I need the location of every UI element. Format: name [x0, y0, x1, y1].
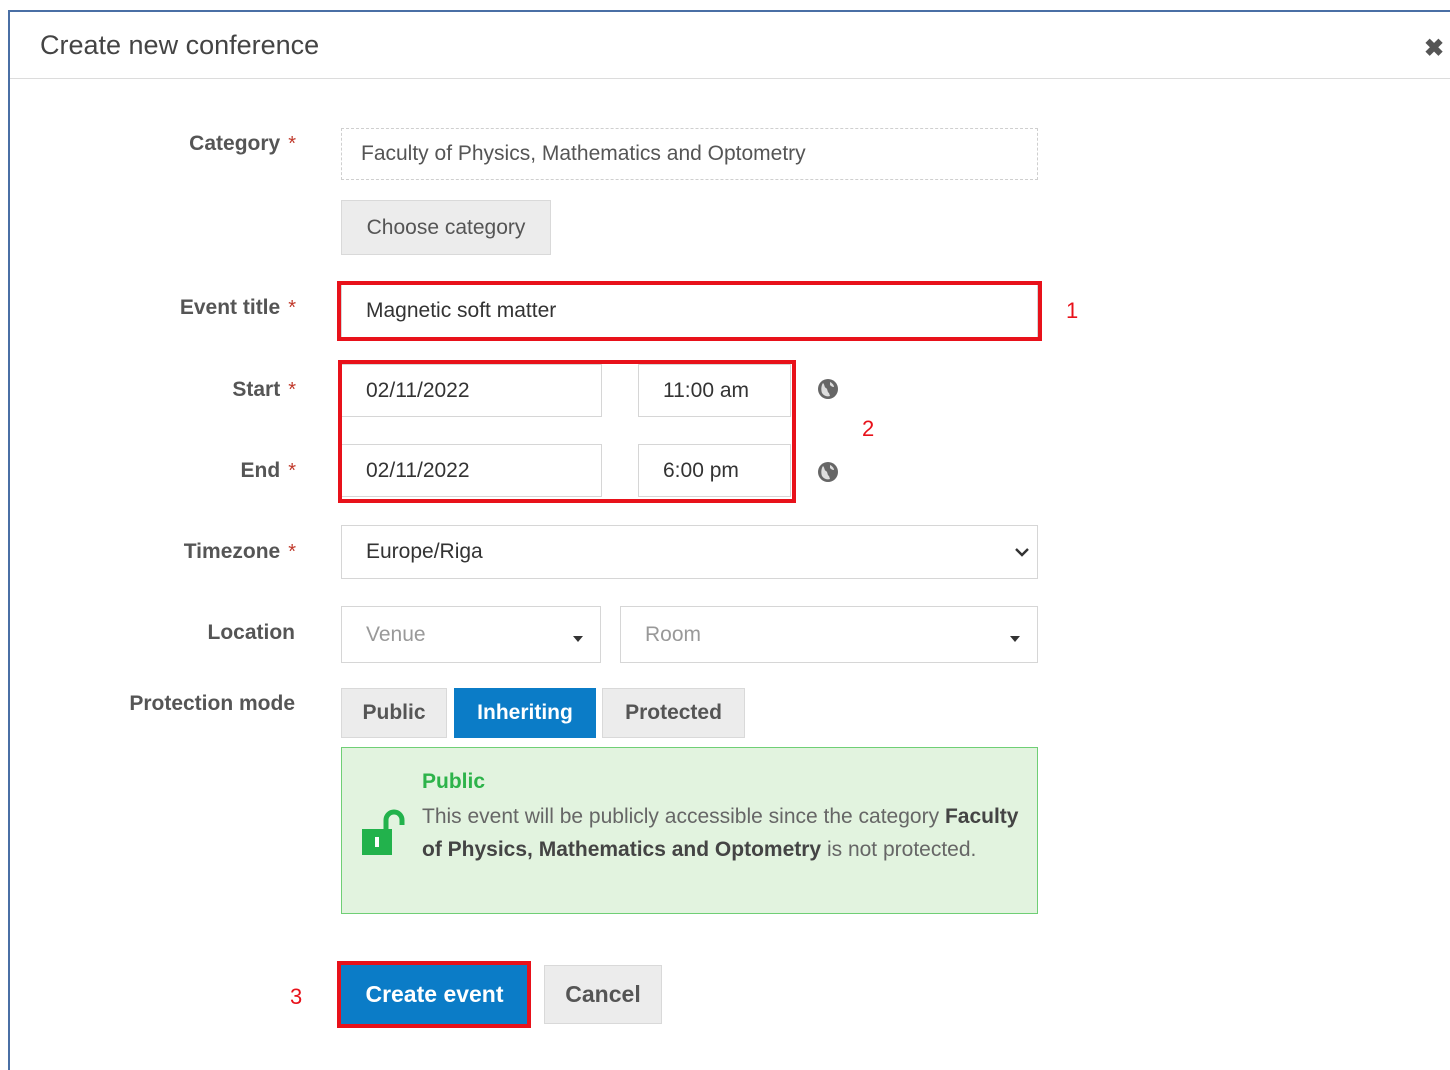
required-mark: *: [288, 133, 296, 155]
annotation-number-1: 1: [1066, 298, 1079, 323]
venue-select[interactable]: Venue: [341, 606, 601, 663]
protection-mode-label: Protection mode: [129, 692, 295, 715]
category-value: Faculty of Physics, Mathematics and Opto…: [361, 142, 806, 165]
category-label: Category *: [189, 132, 296, 155]
room-placeholder: Room: [645, 622, 702, 646]
timezone-select[interactable]: Europe/Riga: [341, 525, 1038, 579]
location-label: Location: [207, 621, 296, 644]
venue-placeholder: Venue: [366, 622, 426, 646]
protection-public-button[interactable]: Public: [341, 688, 447, 738]
required-mark: *: [288, 460, 296, 482]
room-select[interactable]: Room: [620, 606, 1038, 663]
protection-info-text: This event will be publicly accessible s…: [422, 805, 1019, 861]
chevron-down-icon: [1015, 548, 1029, 557]
required-mark: *: [288, 541, 296, 563]
globe-icon[interactable]: [817, 378, 839, 400]
protection-info-box: Public This event will be publicly acces…: [341, 747, 1038, 914]
caret-down-icon: [573, 636, 583, 642]
close-icon[interactable]: ✖: [1424, 34, 1444, 63]
dialog-header: Create new conference ✖: [10, 12, 1450, 79]
start-label: Start *: [232, 378, 296, 401]
required-mark: *: [288, 297, 296, 319]
caret-down-icon: [1010, 636, 1020, 642]
unlock-icon: [362, 809, 405, 855]
annotation-box-2: [338, 360, 796, 503]
required-mark: *: [288, 379, 296, 401]
protection-info-title: Public: [422, 770, 486, 793]
protection-inheriting-button[interactable]: Inheriting: [454, 688, 596, 738]
globe-icon[interactable]: [817, 461, 839, 483]
annotation-number-3: 3: [290, 984, 303, 1009]
annotation-box-3: [337, 961, 531, 1028]
dialog-title: Create new conference: [40, 30, 320, 60]
timezone-label: Timezone *: [183, 540, 296, 563]
annotation-box-1: [337, 281, 1042, 341]
annotation-number-2: 2: [862, 416, 875, 441]
timezone-value: Europe/Riga: [366, 540, 483, 563]
protection-protected-button[interactable]: Protected: [602, 688, 745, 738]
end-label: End *: [240, 459, 296, 482]
category-field: Faculty of Physics, Mathematics and Opto…: [341, 128, 1038, 180]
choose-category-button[interactable]: Choose category: [341, 200, 551, 255]
cancel-button[interactable]: Cancel: [544, 965, 662, 1024]
event-title-label: Event title *: [179, 296, 296, 319]
